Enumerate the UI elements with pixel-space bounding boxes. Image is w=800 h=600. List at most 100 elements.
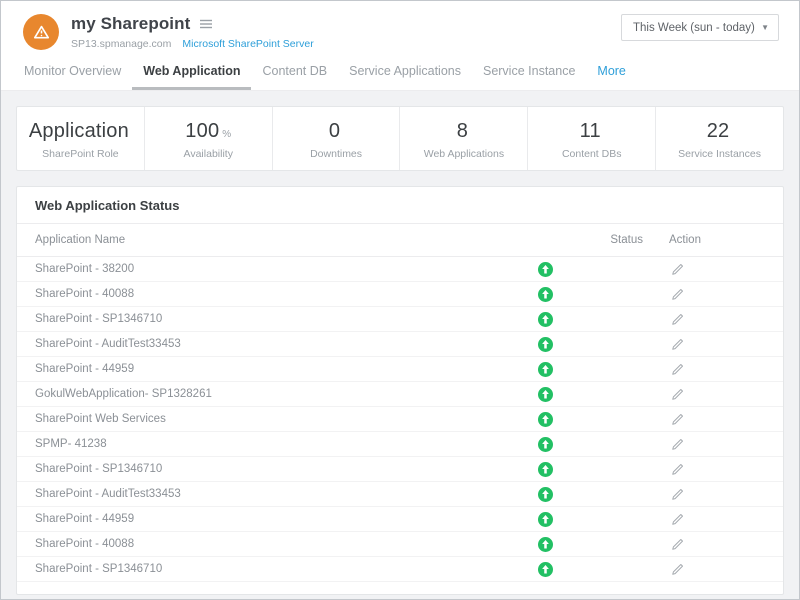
status-up-icon: [538, 262, 553, 277]
pencil-edit-icon[interactable]: [669, 386, 686, 403]
application-name: SPMP- 41238: [17, 438, 528, 450]
status-up-icon: [538, 312, 553, 327]
action-cell: [643, 286, 783, 303]
stat-value: 11: [580, 120, 601, 143]
time-period-value: This Week (sun - today): [633, 22, 755, 34]
table-title: Web Application Status: [17, 187, 783, 224]
pencil-edit-icon[interactable]: [669, 336, 686, 353]
status-up-icon: [538, 337, 553, 352]
table-body: SharePoint - 38200: [17, 257, 783, 582]
stat-item: 22 Service Instances: [655, 107, 783, 170]
hamburger-menu-icon[interactable]: [199, 18, 213, 30]
stat-label: Service Instances: [678, 148, 761, 160]
monitor-hostname: SP13.spmanage.com: [71, 38, 171, 50]
status-cell: [528, 337, 643, 352]
action-cell: [643, 361, 783, 378]
pencil-edit-icon[interactable]: [669, 436, 686, 453]
pencil-edit-icon[interactable]: [669, 261, 686, 278]
status-up-icon: [538, 512, 553, 527]
status-up-icon: [538, 537, 553, 552]
action-cell: [643, 536, 783, 553]
application-name: SharePoint - SP1346710: [17, 313, 528, 325]
column-header-application-name: Application Name: [17, 234, 528, 246]
column-header-status: Status: [528, 234, 643, 246]
table-row: GokulWebApplication- SP1328261: [17, 382, 783, 407]
table-row: SharePoint - 38200: [17, 257, 783, 282]
tab[interactable]: Monitor Overview: [13, 56, 132, 90]
status-cell: [528, 537, 643, 552]
table-row: SharePoint - SP1346710: [17, 307, 783, 332]
status-cell: [528, 562, 643, 577]
page-title: my Sharepoint: [71, 14, 190, 34]
status-cell: [528, 512, 643, 527]
application-name: SharePoint - AuditTest33453: [17, 488, 528, 500]
pencil-edit-icon[interactable]: [669, 411, 686, 428]
stat-item: 11 Content DBs: [527, 107, 655, 170]
action-cell: [643, 461, 783, 478]
content-area: Application SharePoint Role 100 % Availa…: [1, 91, 799, 600]
table-row: SharePoint - AuditTest33453: [17, 482, 783, 507]
stat-value: 8: [457, 120, 468, 143]
action-cell: [643, 411, 783, 428]
stat-unit: %: [222, 129, 231, 140]
application-name: GokulWebApplication- SP1328261: [17, 388, 528, 400]
pencil-edit-icon[interactable]: [669, 311, 686, 328]
table-row: SPMP- 41238: [17, 432, 783, 457]
table-row: SharePoint Web Services: [17, 407, 783, 432]
server-type-link[interactable]: Microsoft SharePoint Server: [182, 38, 313, 50]
status-up-icon: [538, 562, 553, 577]
status-cell: [528, 262, 643, 277]
pencil-edit-icon[interactable]: [669, 561, 686, 578]
pencil-edit-icon[interactable]: [669, 511, 686, 528]
status-cell: [528, 287, 643, 302]
status-cell: [528, 362, 643, 377]
stat-label: Web Applications: [424, 148, 504, 160]
table-row: SharePoint - 44959: [17, 507, 783, 532]
status-up-icon: [538, 437, 553, 452]
status-cell: [528, 387, 643, 402]
status-cell: [528, 437, 643, 452]
pencil-edit-icon[interactable]: [669, 486, 686, 503]
status-cell: [528, 487, 643, 502]
time-period-dropdown[interactable]: This Week (sun - today) ▼: [621, 14, 779, 41]
application-name: SharePoint - SP1346710: [17, 563, 528, 575]
status-cell: [528, 412, 643, 427]
application-name: SharePoint - 40088: [17, 538, 528, 550]
status-cell: [528, 462, 643, 477]
table-row: SharePoint - 40088: [17, 532, 783, 557]
sharepoint-monitor-logo: [23, 14, 59, 50]
table-row: SharePoint - AuditTest33453: [17, 332, 783, 357]
stat-value: Application: [29, 120, 129, 143]
status-up-icon: [538, 462, 553, 477]
pencil-edit-icon[interactable]: [669, 536, 686, 553]
pencil-edit-icon[interactable]: [669, 286, 686, 303]
tab[interactable]: Web Application: [132, 56, 251, 90]
tab[interactable]: Content DB: [251, 56, 338, 90]
status-up-icon: [538, 287, 553, 302]
action-cell: [643, 261, 783, 278]
tab[interactable]: More: [586, 56, 636, 90]
column-header-action: Action: [643, 234, 783, 246]
status-up-icon: [538, 487, 553, 502]
tab[interactable]: Service Applications: [338, 56, 472, 90]
application-name: SharePoint - 40088: [17, 288, 528, 300]
web-application-status-card: Web Application Status Application Name …: [16, 186, 784, 595]
stat-label: Availability: [184, 148, 233, 160]
warning-triangle-icon: [32, 23, 51, 42]
stat-value: 0: [329, 120, 340, 143]
stat-label: SharePoint Role: [42, 148, 118, 160]
table-header-row: Application Name Status Action: [17, 224, 783, 257]
tab[interactable]: Service Instance: [472, 56, 586, 90]
pencil-edit-icon[interactable]: [669, 361, 686, 378]
status-up-icon: [538, 387, 553, 402]
stat-item: 0 Downtimes: [272, 107, 400, 170]
status-up-icon: [538, 362, 553, 377]
pencil-edit-icon[interactable]: [669, 461, 686, 478]
action-cell: [643, 386, 783, 403]
application-name: SharePoint - 44959: [17, 363, 528, 375]
action-cell: [643, 336, 783, 353]
application-name: SharePoint Web Services: [17, 413, 528, 425]
stat-item: Application SharePoint Role: [17, 107, 144, 170]
summary-stats-card: Application SharePoint Role 100 % Availa…: [16, 106, 784, 171]
action-cell: [643, 486, 783, 503]
